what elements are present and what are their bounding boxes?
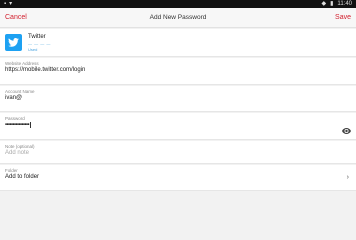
twitter-bird-icon: [5, 34, 22, 51]
item-header[interactable]: Twitter — — — — Used: [0, 29, 356, 57]
password-field[interactable]: Password ••••••••••••••••: [0, 113, 356, 140]
save-button[interactable]: Save: [335, 14, 351, 21]
website-label: Website Address: [5, 61, 39, 66]
folder-value: Add to folder: [5, 174, 40, 180]
bottom-spacer: [0, 192, 356, 200]
account-field[interactable]: Account Name ivan@: [0, 86, 356, 112]
item-name: Twitter: [28, 33, 46, 40]
toolbar: Cancel Add New Password Save: [0, 8, 356, 28]
note-input[interactable]: Add note: [5, 150, 356, 156]
website-field[interactable]: Website Address https://mobile.twitter.c…: [0, 58, 356, 85]
folder-label: Folder: [5, 168, 18, 173]
item-tag: Used: [28, 46, 38, 52]
chevron-right-icon: ›: [346, 174, 349, 181]
account-label: Account Name: [5, 89, 35, 94]
page-title: Add New Password: [149, 14, 207, 21]
cancel-button[interactable]: Cancel: [5, 14, 27, 21]
status-time: 11:40: [337, 1, 352, 7]
battery-icon: ▮: [330, 1, 334, 7]
status-bar: ▪ ▾ ◆ ▮ 11:40: [0, 0, 356, 8]
folder-field[interactable]: Folder Add to folder ›: [0, 165, 356, 191]
note-label: Note (optional): [5, 144, 35, 149]
eye-icon[interactable]: [342, 121, 351, 139]
password-label: Password: [5, 116, 25, 121]
password-input[interactable]: ••••••••••••••••: [5, 123, 30, 129]
text-cursor: [29, 122, 31, 128]
wifi-icon: ◆: [321, 1, 327, 7]
note-field[interactable]: Note (optional) Add note: [0, 141, 356, 164]
website-input[interactable]: https://mobile.twitter.com/login: [5, 67, 356, 73]
image-notification-icon: ▪: [4, 1, 7, 7]
download-notification-icon: ▾: [9, 1, 13, 7]
item-strength-dashes: — — — —: [28, 40, 51, 46]
account-input[interactable]: ivan@: [5, 95, 356, 101]
